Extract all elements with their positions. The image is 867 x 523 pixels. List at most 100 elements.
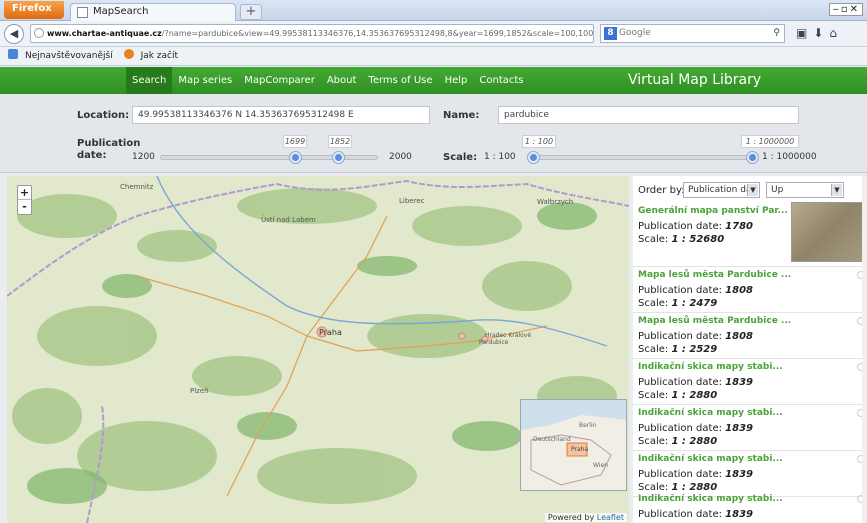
year-slider-track[interactable]: [160, 155, 378, 160]
bookmark-most-visited[interactable]: Nejnavštěvovanější: [4, 49, 113, 61]
year-from-value: 1699: [283, 135, 307, 148]
minimap-label-berlin: Berlin: [579, 422, 597, 429]
result-title[interactable]: Mapa lesů města Pardubice ...: [638, 270, 791, 280]
menu-terms-of-use[interactable]: Terms of Use: [362, 67, 438, 94]
result-item[interactable]: Indikační skica mapy stabi... Publicatio…: [633, 491, 867, 523]
tab-mapsearch[interactable]: MapSearch: [70, 3, 236, 21]
zoom-out-button[interactable]: -: [18, 200, 31, 214]
new-tab-button[interactable]: +: [240, 4, 262, 20]
bookmarks-bar: Nejnavštěvovanější Jak začít: [0, 47, 867, 66]
menu-mapcomparer[interactable]: MapComparer: [238, 67, 321, 94]
result-thumbnail[interactable]: [791, 202, 863, 262]
attribution-prefix: Powered by: [547, 513, 595, 522]
order-by-label: Order by:: [638, 185, 685, 196]
url-bar[interactable]: www.chartae-antiquae.cz/?name=pardubice&…: [30, 24, 594, 43]
bookmark-icon: [8, 49, 18, 59]
year-max-label: 2000: [389, 152, 412, 162]
scale-to-value: 1 : 1000000: [741, 135, 799, 148]
result-title[interactable]: Indikační skica mapy stabi...: [638, 454, 783, 464]
firefox-icon: [123, 49, 134, 59]
scale-min-label: 1 : 100: [484, 152, 516, 162]
bookmark-getting-started[interactable]: Jak začít: [120, 49, 178, 61]
search-engine-name: Google: [619, 28, 651, 38]
map-attribution: Powered by Leaflet: [544, 513, 627, 522]
publication-label-line2: date:: [77, 150, 107, 161]
chevron-down-icon: ▼: [747, 184, 758, 196]
result-date: Publication date: 1839: [638, 469, 754, 480]
results-scrollbar[interactable]: [862, 176, 867, 523]
map-label-chemnitz: Chemnitz: [120, 183, 154, 191]
map-label-usti: Ústí nad Labem: [261, 216, 316, 224]
window-controls[interactable]: ‒▫✕: [829, 3, 863, 16]
browser-title-bar: Firefox MapSearch + ‒▫✕: [0, 0, 867, 21]
order-direction-select[interactable]: Up ▼: [766, 182, 844, 198]
location-label: Location:: [77, 110, 130, 121]
minimap-label-deutschland: Deutschland: [533, 436, 571, 443]
result-title[interactable]: Indikační skica mapy stabi...: [638, 362, 783, 372]
order-by-select[interactable]: Publication dat ▼: [683, 182, 760, 198]
site-title: Virtual Map Library: [628, 72, 762, 88]
map-label-plzen: Plzeň: [190, 387, 209, 395]
result-scale: Scale: 1 : 2880: [638, 390, 718, 401]
result-date: Publication date: 1808: [638, 331, 754, 342]
scale-from-value: 1 : 100: [522, 135, 556, 148]
result-scale: Scale: 1 : 52680: [638, 234, 725, 245]
result-title[interactable]: Generální mapa panství Par...: [638, 206, 788, 216]
scale-to-handle[interactable]: [747, 152, 758, 163]
main-menu: Search Map series MapComparer About Term…: [126, 67, 530, 94]
result-date: Publication date: 1780: [638, 221, 754, 232]
back-button[interactable]: ◀: [4, 24, 24, 44]
google-icon: 8: [604, 27, 617, 40]
result-date: Publication date: 1808: [638, 285, 754, 296]
menu-map-series[interactable]: Map series: [172, 67, 238, 94]
result-item[interactable]: Indikační skica mapy stabi... Publicatio…: [633, 359, 867, 405]
result-title[interactable]: Indikační skica mapy stabi...: [638, 408, 783, 418]
result-item[interactable]: Mapa lesů města Pardubice ... Publicatio…: [633, 313, 867, 359]
url-path: /?name=pardubice&view=49.99538113346376,…: [161, 29, 594, 38]
result-scale: Scale: 1 : 2479: [638, 298, 718, 309]
map-label-hradec: Hradec Králové: [485, 332, 532, 339]
result-item[interactable]: Mapa lesů města Pardubice ... Publicatio…: [633, 267, 867, 313]
zoom-control: + -: [17, 185, 32, 215]
overview-minimap[interactable]: Deutschland Praha Wien Berlin: [520, 399, 627, 491]
name-input[interactable]: pardubice: [498, 106, 799, 124]
search-filters: Location: 49.99538113346376 N 14.3536376…: [0, 94, 867, 173]
year-from-handle[interactable]: [290, 152, 301, 163]
download-icon[interactable]: ⬇: [813, 26, 829, 40]
toolbar-icons: ▣⬇⌂: [796, 26, 843, 40]
menu-help[interactable]: Help: [439, 67, 474, 94]
result-item[interactable]: Indikační skica mapy stabi... Publicatio…: [633, 405, 867, 451]
zoom-in-button[interactable]: +: [18, 186, 31, 200]
map-view[interactable]: Chemnitz Ústí nad Labem Liberec Wałbrzyc…: [7, 176, 629, 523]
location-input[interactable]: 49.99538113346376 N 14.353637695312498 E: [132, 106, 430, 124]
home-icon[interactable]: ⌂: [829, 26, 843, 40]
search-icon[interactable]: ⚲: [773, 25, 780, 42]
scale-from-handle[interactable]: [528, 152, 539, 163]
year-min-label: 1200: [132, 152, 155, 162]
result-date: Publication date: 1839: [638, 423, 754, 434]
result-title[interactable]: Mapa lesů města Pardubice ...: [638, 316, 791, 326]
year-to-handle[interactable]: [333, 152, 344, 163]
result-title[interactable]: Indikační skica mapy stabi...: [638, 494, 783, 504]
leaflet-link[interactable]: Leaflet: [597, 513, 624, 522]
map-label-praha: Praha: [319, 328, 342, 337]
order-bar: Order by: Publication dat ▼ Up ▼: [633, 176, 867, 201]
search-engine-box[interactable]: 8 Google ⚲: [600, 24, 785, 43]
navigation-bar: ◀ www.chartae-antiquae.cz/?name=pardubic…: [0, 21, 867, 47]
firefox-menu-button[interactable]: Firefox: [4, 1, 64, 19]
menu-search[interactable]: Search: [126, 67, 173, 94]
bookmarks-icon[interactable]: ▣: [796, 26, 813, 40]
menu-contacts[interactable]: Contacts: [473, 67, 529, 94]
page-favicon-icon: [77, 7, 88, 18]
result-date: Publication date: 1839: [638, 377, 754, 388]
results-panel[interactable]: Order by: Publication dat ▼ Up ▼ Generál…: [633, 176, 867, 523]
map-label-walbrzych: Wałbrzych: [537, 198, 574, 206]
menu-about[interactable]: About: [321, 67, 363, 94]
map-label-liberec: Liberec: [399, 197, 425, 205]
tab-title: MapSearch: [93, 6, 149, 17]
scale-slider-track[interactable]: [531, 155, 753, 160]
site-header: Search Map series MapComparer About Term…: [0, 67, 867, 94]
minimap-label-wien: Wien: [593, 462, 608, 469]
name-label: Name:: [443, 110, 480, 121]
year-to-value: 1852: [328, 135, 352, 148]
